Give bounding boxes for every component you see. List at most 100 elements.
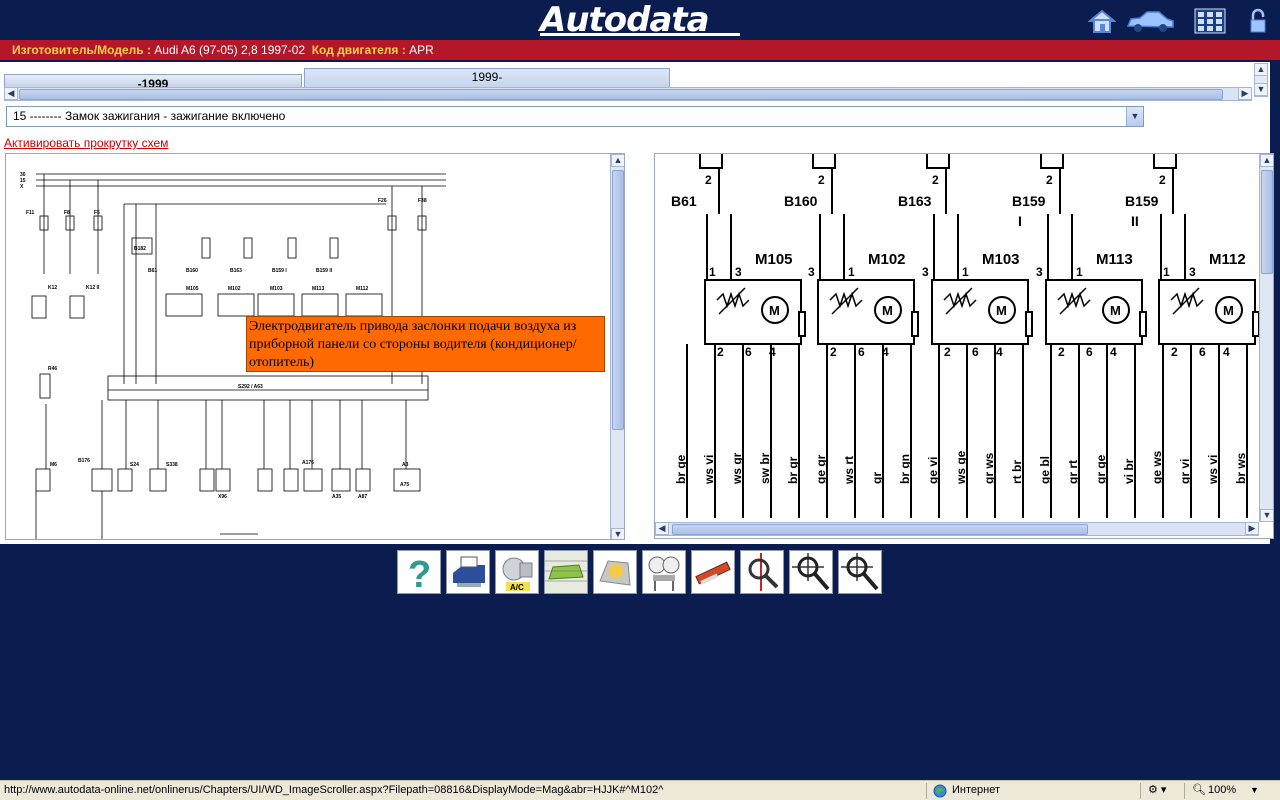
wire-color-label: br ws	[1234, 452, 1248, 484]
label-b176: B176	[78, 458, 90, 464]
ac-button[interactable]: A/C	[495, 550, 539, 594]
motor-symbol-label: M	[996, 303, 1007, 318]
motor-label: M102	[868, 251, 906, 268]
motor-bottom-pin: 6	[1086, 345, 1093, 359]
scroll-up-icon[interactable]: ▲	[1260, 154, 1273, 167]
grid-menu-icon[interactable]	[1194, 8, 1226, 34]
left-diagram-vscroll[interactable]: ▲ ▼	[610, 154, 624, 539]
wiring-diagram-magnified[interactable]: 2B612B1602B1632B159I2B159IIMM1051 32 6 4MM1…	[655, 154, 1260, 518]
motor-label: M113	[1096, 251, 1133, 268]
zoom-in-icon	[792, 553, 830, 591]
scroll-left-icon[interactable]: ◀	[655, 522, 669, 535]
wire-color-label: br ge	[674, 454, 688, 484]
right-diagram-vscroll-thumb[interactable]	[1261, 170, 1273, 274]
circuit-select[interactable]: 15 -------- Замок зажигания - зажигание …	[6, 106, 1144, 127]
car-icon[interactable]	[1125, 8, 1175, 34]
right-diagram-hscroll[interactable]: ◀ ▶	[655, 522, 1259, 536]
wire-color-label: ge bl	[1038, 456, 1052, 484]
scroll-up-icon[interactable]: ▲	[1254, 63, 1268, 76]
scroll-right-icon[interactable]: ▶	[1238, 87, 1252, 100]
label-m113: M113	[312, 286, 324, 292]
sensor-label: B163	[898, 193, 932, 209]
label-a3: A3	[402, 462, 409, 468]
top-bar: Autodata	[0, 0, 1280, 40]
label-b182: B182	[134, 246, 146, 252]
sensor-pin-label: 2	[1046, 173, 1053, 187]
page-vscroll[interactable]: ▲ ▼	[1254, 63, 1268, 97]
zoom-in-button[interactable]	[789, 550, 833, 594]
scroll-left-icon[interactable]: ◀	[4, 87, 18, 100]
rail-x-label: X	[20, 184, 24, 190]
motor-bottom-pin: 2	[717, 345, 724, 359]
model-label: Изготовитель/Модель :	[12, 43, 151, 57]
tabs-hscroll-thumb[interactable]	[19, 89, 1223, 100]
scroll-right-icon[interactable]: ▶	[1245, 522, 1259, 535]
label-m112: M112	[356, 286, 368, 292]
scroll-down-icon[interactable]: ▼	[1260, 509, 1273, 522]
motor-block	[931, 279, 1029, 345]
label-m103: M103	[270, 286, 283, 292]
car-layout-icon	[545, 551, 587, 593]
motor-top-pin: 1	[962, 265, 969, 279]
home-icon[interactable]	[1088, 8, 1116, 34]
left-diagram-vscroll-thumb[interactable]	[612, 170, 624, 430]
gauge-button[interactable]	[642, 550, 686, 594]
label-m102: M102	[228, 286, 241, 292]
label-m6: M6	[50, 462, 57, 468]
label-b163: B163	[230, 268, 242, 274]
lock-icon[interactable]	[1248, 8, 1268, 34]
zoom-out-button[interactable]	[838, 550, 882, 594]
motor-bottom-pin: 4	[996, 345, 1003, 359]
scroll-up-icon[interactable]: ▲	[611, 154, 624, 167]
tool-icon	[695, 561, 731, 585]
label-k12: K12	[48, 285, 57, 291]
label-s24: S24	[130, 462, 139, 468]
help-icon: ?	[408, 554, 431, 596]
chevron-down-icon[interactable]: ▼	[1126, 107, 1143, 126]
sensor-connector	[1153, 154, 1177, 169]
ac-badge: A/C	[510, 583, 524, 592]
motor-top-pin: 3	[808, 265, 815, 279]
motor-bottom-pin: 2	[1171, 345, 1178, 359]
protected-mode-icon[interactable]: ⚙ ▾	[1148, 781, 1166, 800]
activate-scroll-link[interactable]: Активировать прокрутку схем	[4, 136, 168, 150]
label-b61: B61	[148, 268, 157, 274]
print-button[interactable]	[446, 550, 490, 594]
wire-color-label: sw br	[758, 452, 772, 484]
right-diagram-hscroll-thumb[interactable]	[672, 524, 1088, 535]
motor-bottom-pin: 2	[830, 345, 837, 359]
gauge-icon	[648, 556, 680, 591]
zoom-chevron-down-icon[interactable]: ▼	[1250, 781, 1259, 800]
wire-color-label: ws vi	[1206, 455, 1220, 485]
right-diagram-vscroll[interactable]: ▲ ▼	[1259, 154, 1273, 522]
engine-value: APR	[409, 43, 434, 57]
wire-color-label: br gr	[786, 456, 800, 484]
globe-icon	[933, 784, 947, 798]
wire-color-label: ws rt	[842, 456, 856, 485]
motor-block	[704, 279, 802, 345]
motor-block	[1045, 279, 1143, 345]
motor-block	[1158, 279, 1256, 345]
zoom-level[interactable]: 100%	[1208, 781, 1236, 800]
sensor-connector	[699, 154, 723, 169]
circuit-select-value: 15 -------- Замок зажигания - зажигание …	[13, 109, 286, 123]
label-r46: R46	[48, 366, 57, 372]
motor-symbol-label: M	[1110, 303, 1121, 318]
motor-top-pin: 3	[735, 265, 742, 279]
motor-top-pin: 1	[848, 265, 855, 279]
help-button[interactable]: ?	[397, 550, 441, 596]
motor-label: M105	[755, 251, 793, 268]
magnifier-button[interactable]	[740, 550, 784, 594]
status-url: http://www.autodata-online.net/onlinerus…	[4, 784, 664, 796]
component-location-button[interactable]	[593, 550, 637, 594]
scroll-down-icon[interactable]: ▼	[1254, 83, 1268, 96]
tool-button[interactable]	[691, 550, 735, 594]
tabs-hscroll[interactable]: ◀ ▶	[4, 87, 1252, 101]
scroll-down-icon[interactable]: ▼	[611, 528, 624, 539]
security-zone: Интернет	[952, 784, 1000, 796]
zoom-icon[interactable]: 🔍︎	[1192, 781, 1206, 800]
right-diagram-frame: 2 B61 2 B160 2 B163 2 B159 I 2 B159 II M M105 1 3 2 6 4 M M1…	[654, 153, 1274, 539]
label-f26: F26	[378, 198, 387, 204]
car-layout-button[interactable]	[544, 550, 588, 594]
label-a87: A87	[358, 494, 367, 500]
